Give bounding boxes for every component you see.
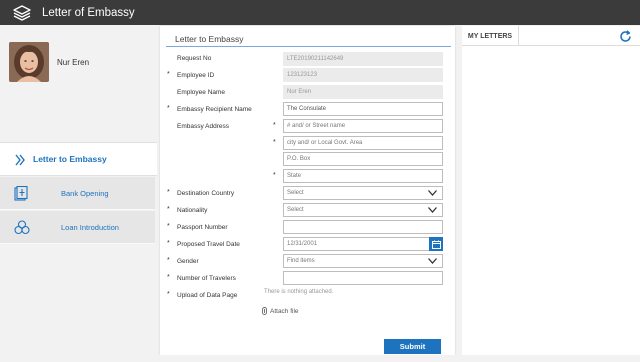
embassy-recipient-input[interactable]: The Consulate [283, 102, 443, 116]
attach-file-button[interactable]: Attach file [262, 307, 299, 315]
chevron-down-icon [428, 190, 437, 198]
nationality-select[interactable]: Select [283, 203, 443, 217]
tab-my-letters[interactable]: MY LETTERS [462, 26, 519, 46]
sidebar: Nur Eren Letter to Embassy Bank Opening [0, 25, 157, 362]
gender-label: Gender [177, 258, 199, 265]
travelers-label: Number of Travelers [177, 275, 236, 282]
passport-number-label: Passport Number [177, 224, 228, 231]
attach-file-label: Attach file [270, 307, 299, 315]
user-name: Nur Eren [57, 57, 90, 67]
required-mark: * [167, 189, 170, 196]
employee-id-value: 123123123 [287, 72, 318, 78]
embassy-address-label: Embassy Address [177, 123, 230, 130]
sidebar-item-bank-opening[interactable]: Bank Opening [0, 177, 155, 210]
required-mark: * [273, 122, 276, 129]
gender-value: Find items [287, 258, 315, 264]
destination-country-value: Select [287, 190, 304, 196]
user-profile: Nur Eren [9, 42, 89, 82]
nationality-label: Nationality [177, 207, 208, 214]
request-no-value: LTE20190211142649 [287, 56, 344, 62]
street-placeholder: # and/ or Street name [287, 123, 346, 129]
app-title: Letter of Embassy [42, 6, 135, 19]
required-mark: * [167, 105, 170, 112]
required-mark: * [273, 172, 276, 179]
app-header: Letter of Embassy [0, 0, 640, 25]
paperclip-icon [262, 307, 267, 315]
chevron-down-icon [428, 207, 437, 215]
sidebar-item-label: Loan Introduction [61, 222, 119, 232]
attachment-status: There is nothing attached. [264, 289, 334, 295]
gender-select[interactable]: Find items [283, 254, 443, 268]
letter-form-panel: Letter to Embassy Request No LTE20190211… [160, 26, 455, 355]
upload-label: Upload of Data Page [177, 292, 238, 299]
employee-name-value: Nur Eren [287, 89, 312, 95]
request-no-field: LTE20190211142649 [283, 52, 443, 66]
destination-country-select[interactable]: Select [283, 186, 443, 200]
embassy-recipient-label: Embassy Recipient Name [177, 106, 252, 113]
required-mark: * [167, 223, 170, 230]
state-placeholder: State [287, 173, 302, 179]
city-input[interactable]: city and/ or Local Govt. Area [283, 136, 443, 150]
state-input[interactable]: State [283, 169, 443, 183]
employee-name-label: Employee Name [177, 89, 226, 96]
form-title: Letter to Embassy [175, 34, 244, 44]
bank-document-icon [14, 185, 28, 206]
pobox-placeholder: P.O. Box [287, 156, 311, 162]
required-mark: * [167, 274, 170, 281]
travel-date-input[interactable]: 12/31/2001 [283, 237, 443, 251]
stack-layers-icon [12, 3, 32, 23]
required-mark: * [167, 257, 170, 264]
refresh-icon[interactable] [619, 30, 632, 43]
employee-name-field: Nur Eren [283, 85, 443, 99]
my-letters-panel: MY LETTERS [462, 26, 640, 362]
employee-id-label: Employee ID [177, 72, 215, 79]
required-mark: * [167, 71, 170, 78]
coins-icon [14, 220, 30, 240]
city-placeholder: city and/ or Local Govt. Area [287, 140, 363, 146]
sidebar-item-label: Bank Opening [61, 188, 109, 198]
request-no-label: Request No [177, 55, 212, 62]
chevrons-right-icon [15, 153, 25, 171]
pobox-input[interactable]: P.O. Box [283, 152, 443, 166]
employee-id-field: 123123123 [283, 68, 443, 82]
destination-country-label: Destination Country [177, 190, 235, 197]
nationality-value: Select [287, 207, 304, 213]
chevron-down-icon [428, 258, 437, 266]
street-input[interactable]: # and/ or Street name [283, 119, 443, 133]
sidebar-item-loan-introduction[interactable]: Loan Introduction [0, 211, 155, 244]
calendar-icon[interactable] [429, 237, 443, 251]
required-mark: * [167, 206, 170, 213]
required-mark: * [273, 139, 276, 146]
required-mark: * [167, 291, 170, 298]
title-divider [166, 46, 451, 47]
avatar [9, 42, 49, 82]
sidebar-item-label: Letter to Embassy [33, 154, 107, 164]
submit-button[interactable]: Submit [384, 339, 441, 354]
embassy-recipient-value: The Consulate [287, 106, 327, 112]
travel-date-value: 12/31/2001 [287, 241, 318, 247]
travel-date-label: Proposed Travel Date [177, 241, 240, 248]
letters-header: MY LETTERS [462, 26, 640, 46]
bottom-strip [0, 355, 640, 362]
passport-number-input[interactable] [283, 220, 443, 234]
travelers-input[interactable] [283, 271, 443, 285]
required-mark: * [167, 240, 170, 247]
sidebar-item-letter-to-embassy[interactable]: Letter to Embassy [0, 142, 157, 176]
